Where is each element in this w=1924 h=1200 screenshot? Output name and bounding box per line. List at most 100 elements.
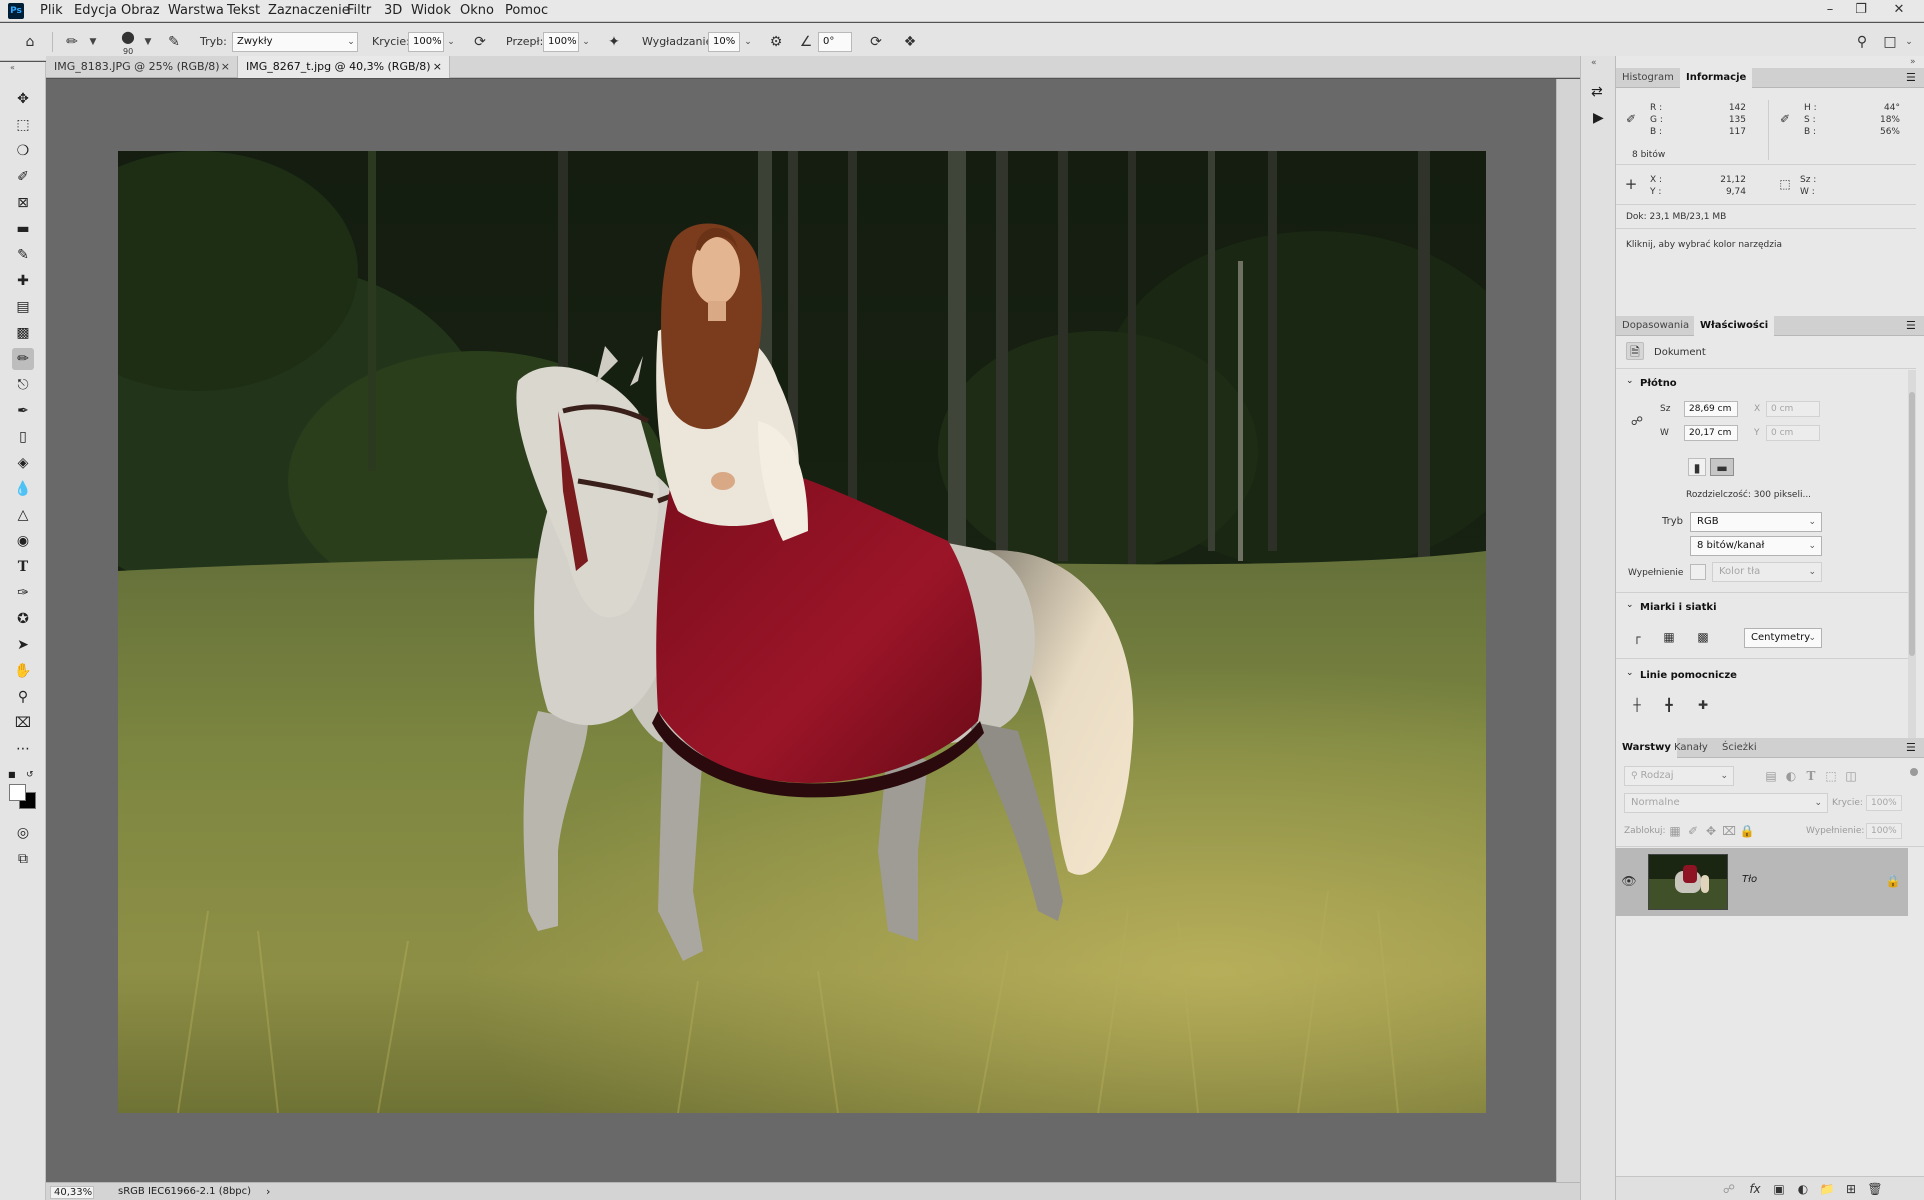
hand-tool-icon[interactable]: ✋ bbox=[12, 660, 34, 682]
quick-select-tool-icon[interactable]: ✐ bbox=[12, 166, 34, 188]
menu-filter[interactable]: Filtr bbox=[347, 3, 371, 18]
menu-window[interactable]: Okno bbox=[460, 3, 494, 18]
canvas-y-input[interactable]: 0 cm bbox=[1766, 425, 1820, 441]
frame-tool-icon[interactable]: ⌧ bbox=[12, 712, 34, 734]
lock-position-icon[interactable]: ✥ bbox=[1702, 822, 1720, 840]
tab-img-8183[interactable]: IMG_8183.JPG @ 25% (RGB/8) × bbox=[46, 56, 238, 78]
eraser-tool-icon[interactable]: ▯ bbox=[12, 426, 34, 448]
flow-input[interactable]: 100% bbox=[543, 32, 579, 52]
sponge-tool-icon[interactable]: ◉ bbox=[12, 530, 34, 552]
layer-row-background[interactable]: 👁 Tło 🔒 bbox=[1616, 848, 1908, 916]
brush-preset-icon[interactable]: ✏ bbox=[62, 32, 82, 52]
adjustment-filter-icon[interactable]: ◐ bbox=[1782, 767, 1800, 785]
chevron-down-icon[interactable]: ⌄ bbox=[1626, 376, 1634, 386]
chevron-down-icon[interactable]: ⌄ bbox=[1902, 32, 1916, 52]
new-guide-icon[interactable]: ╋ bbox=[1660, 696, 1678, 714]
crop-tool-icon[interactable]: ⊠ bbox=[12, 192, 34, 214]
menu-view[interactable]: Widok bbox=[411, 3, 451, 18]
quick-mask-icon[interactable]: ◎ bbox=[12, 822, 34, 844]
brush-tip-icon[interactable]: ● bbox=[118, 27, 138, 47]
panel-menu-icon[interactable]: ☰ bbox=[1906, 319, 1916, 332]
units-select[interactable]: Centymetry ⌄ bbox=[1744, 628, 1822, 648]
chevron-down-icon[interactable]: ⌄ bbox=[741, 32, 755, 52]
new-group-icon[interactable]: 📁 bbox=[1818, 1180, 1836, 1198]
layer-opacity-input[interactable]: 100% bbox=[1866, 795, 1902, 811]
document-image[interactable] bbox=[118, 151, 1486, 1113]
lock-all-icon[interactable]: 🔒 bbox=[1738, 822, 1756, 840]
pixel-filter-icon[interactable]: ▤ bbox=[1762, 767, 1780, 785]
stamp-tool-icon[interactable]: ⎋ bbox=[12, 374, 34, 396]
more-tools-icon[interactable]: ⋯ bbox=[12, 738, 34, 760]
menu-3d[interactable]: 3D bbox=[384, 3, 402, 18]
path-tool-icon[interactable]: ✪ bbox=[12, 608, 34, 630]
symmetry-icon[interactable]: ❖ bbox=[900, 32, 920, 52]
marquee-tool-icon[interactable]: ⬚ bbox=[12, 114, 34, 136]
canvas-height-input[interactable]: 20,17 cm bbox=[1684, 425, 1738, 441]
menu-select[interactable]: Zaznaczenie bbox=[268, 3, 350, 18]
foreground-color-swatch[interactable] bbox=[9, 784, 26, 801]
panel-menu-icon[interactable]: ☰ bbox=[1906, 71, 1916, 84]
airbrush-icon[interactable]: ✦ bbox=[604, 32, 624, 52]
search-icon[interactable]: ⚲ bbox=[1852, 32, 1872, 52]
chevron-down-icon[interactable]: ⌄ bbox=[1626, 600, 1634, 610]
canvas-x-input[interactable]: 0 cm bbox=[1766, 401, 1820, 417]
properties-scrollbar[interactable] bbox=[1908, 370, 1916, 758]
shape-filter-icon[interactable]: ⬚ bbox=[1822, 767, 1840, 785]
pixel-grid-icon[interactable]: ▩ bbox=[1694, 628, 1712, 646]
lock-pixels-icon[interactable]: ✐ bbox=[1684, 822, 1702, 840]
mode-select[interactable]: Zwykły bbox=[232, 32, 358, 52]
screen-mode-icon[interactable]: ⧉ bbox=[12, 848, 34, 870]
lasso-tool-icon[interactable]: ❍ bbox=[12, 140, 34, 162]
add-mask-icon[interactable]: ▣ bbox=[1770, 1180, 1788, 1198]
layer-name[interactable]: Tło bbox=[1742, 874, 1757, 885]
guide-layout-icon[interactable]: ✚ bbox=[1694, 696, 1712, 714]
panel-menu-icon[interactable]: ☰ bbox=[1906, 741, 1916, 754]
delete-layer-icon[interactable]: 🗑 bbox=[1866, 1180, 1884, 1198]
landscape-icon[interactable]: ▬ bbox=[1710, 458, 1734, 476]
menu-text[interactable]: Tekst bbox=[227, 3, 260, 18]
guides-icon[interactable]: ┼ bbox=[1628, 696, 1646, 714]
lock-transparency-icon[interactable]: ▦ bbox=[1666, 822, 1684, 840]
minimize-button[interactable]: – bbox=[1815, 0, 1845, 20]
tab-channels[interactable]: Kanały bbox=[1668, 738, 1714, 758]
eyedropper-tool-icon[interactable]: ✎ bbox=[12, 244, 34, 266]
chevron-down-icon[interactable]: ⌄ bbox=[579, 32, 593, 52]
close-icon[interactable]: × bbox=[221, 56, 230, 78]
history-panel-icon[interactable]: ⇄ bbox=[1591, 84, 1603, 100]
workspace-icon[interactable]: □ bbox=[1880, 32, 1900, 52]
sharpen-tool-icon[interactable]: △ bbox=[12, 504, 34, 526]
fill-color-swatch[interactable] bbox=[1690, 564, 1706, 580]
grid-icon[interactable]: ▦ bbox=[1660, 628, 1678, 646]
healing-tool-icon[interactable]: ✚ bbox=[12, 270, 34, 292]
vertical-scrollbar[interactable] bbox=[1556, 79, 1580, 1182]
tab-paths[interactable]: Ścieżki bbox=[1716, 738, 1763, 758]
portrait-icon[interactable]: ▮ bbox=[1688, 458, 1706, 476]
type-filter-icon[interactable]: T bbox=[1802, 767, 1820, 785]
direct-select-icon[interactable]: ➤ bbox=[12, 634, 34, 656]
move-tool-icon[interactable]: ✥ bbox=[12, 88, 34, 110]
collapse-icon[interactable]: « bbox=[10, 63, 15, 72]
restore-button[interactable]: ❐ bbox=[1846, 0, 1876, 20]
swap-colors-icon[interactable]: ↺ bbox=[26, 770, 34, 780]
rulers-icon[interactable]: ┌ bbox=[1628, 628, 1646, 646]
history-brush-icon[interactable]: ✒ bbox=[12, 400, 34, 422]
actions-panel-icon[interactable]: ▶ bbox=[1593, 110, 1604, 126]
patch-tool-icon[interactable]: ▤ bbox=[12, 296, 34, 318]
layer-filter-select[interactable]: ⚲ Rodzaj ⌄ bbox=[1624, 766, 1734, 786]
bit-depth-select[interactable]: 8 bitów/kanał ⌄ bbox=[1690, 536, 1822, 556]
collapse-panels-icon[interactable]: » bbox=[1910, 57, 1916, 67]
close-button[interactable]: ✕ bbox=[1884, 0, 1914, 20]
tab-info[interactable]: Informacje bbox=[1680, 68, 1753, 88]
filter-toggle-icon[interactable] bbox=[1910, 768, 1918, 776]
angle-input[interactable]: 0° bbox=[818, 32, 852, 52]
chevron-down-icon[interactable]: ▼ bbox=[86, 32, 100, 52]
tab-adjustments[interactable]: Dopasowania bbox=[1616, 316, 1695, 336]
pressure-size-icon[interactable]: ⟳ bbox=[866, 32, 886, 52]
tab-properties[interactable]: Właściwości bbox=[1694, 316, 1775, 336]
close-icon[interactable]: × bbox=[433, 56, 442, 78]
adjustment-layer-icon[interactable]: ◐ bbox=[1794, 1180, 1812, 1198]
visibility-eye-icon[interactable]: 👁 bbox=[1620, 872, 1638, 890]
menu-edit[interactable]: Edycja bbox=[74, 3, 117, 18]
blend-mode-select[interactable]: Normalne ⌄ bbox=[1624, 793, 1828, 813]
menu-image[interactable]: Obraz bbox=[121, 3, 160, 18]
